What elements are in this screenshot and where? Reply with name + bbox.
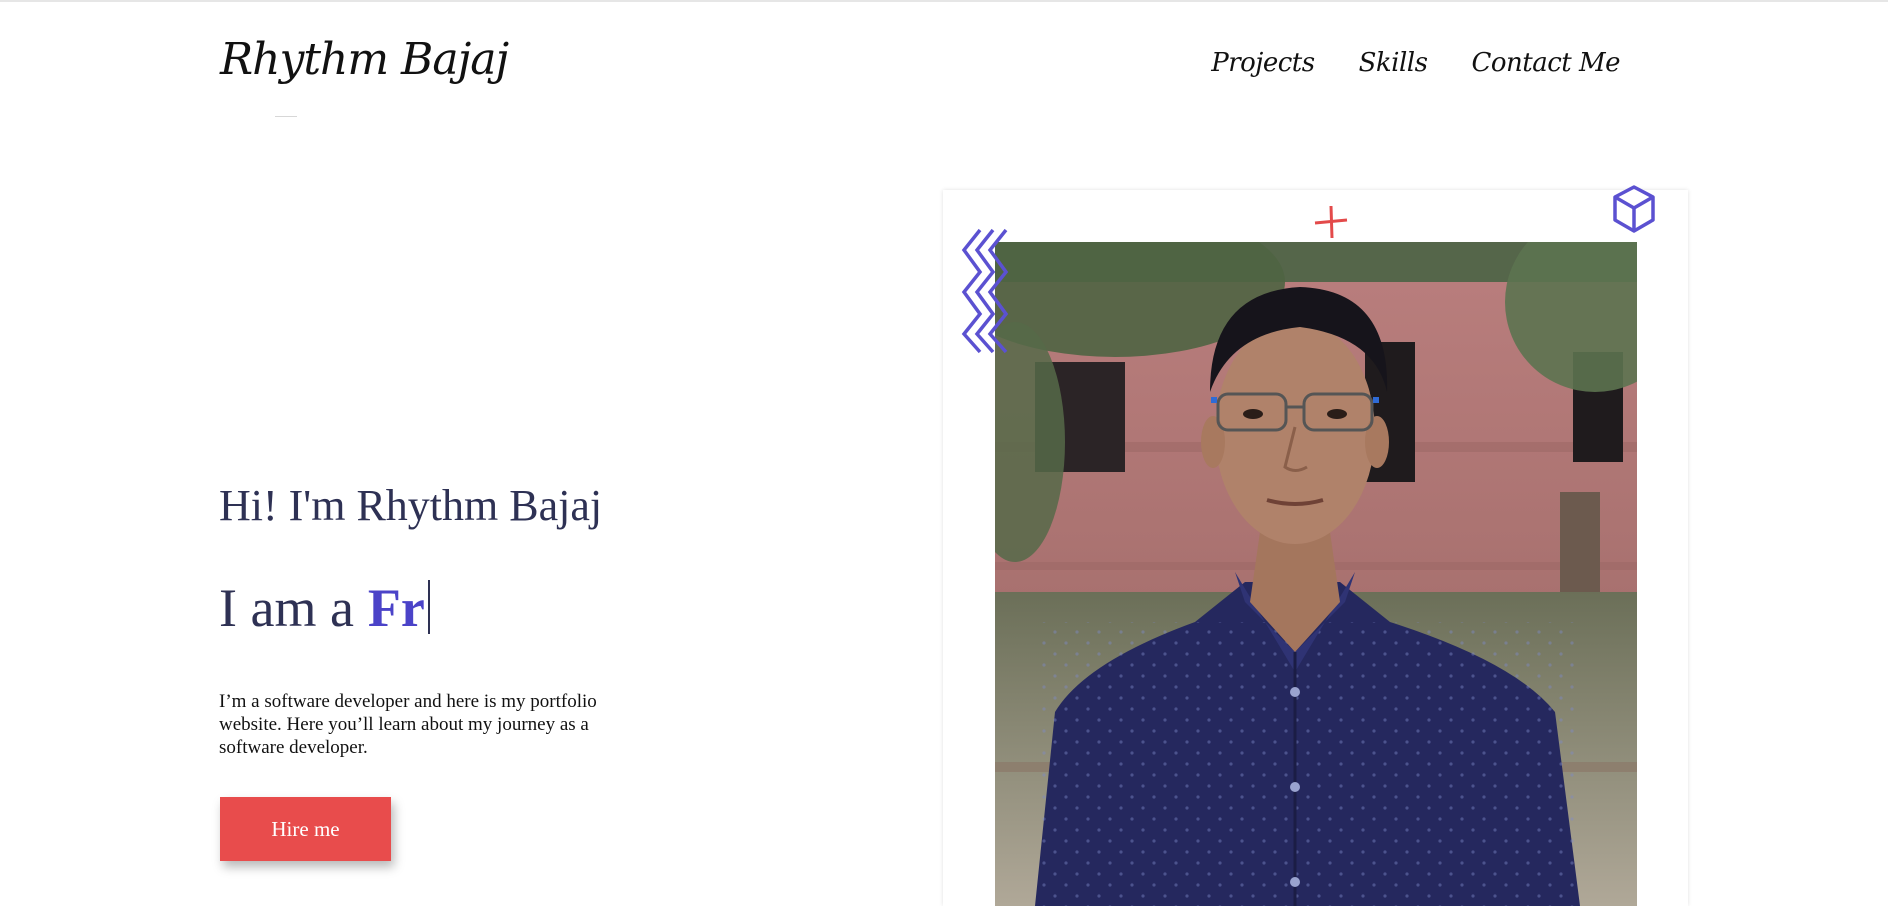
hero-description: I’m a software developer and here is my … — [219, 691, 597, 758]
nav-projects[interactable]: Projects — [1211, 50, 1315, 76]
cube-icon — [1613, 185, 1655, 233]
portrait-photo — [995, 242, 1637, 906]
hero-greeting: Hi! I'm Rhythm Bajaj — [219, 481, 603, 530]
logo-underline — [275, 116, 297, 117]
hero-role: I am a Fr — [219, 572, 430, 635]
plus-icon — [1314, 205, 1348, 239]
nav-skills[interactable]: Skills — [1359, 50, 1428, 76]
hire-me-button[interactable]: Hire me — [220, 797, 391, 861]
zigzag-icon — [961, 228, 1009, 354]
role-prefix: I am a — [219, 578, 354, 638]
main-nav: Projects Skills Contact Me — [1211, 50, 1620, 76]
nav-contact-me[interactable]: Contact Me — [1471, 50, 1620, 76]
top-border — [0, 0, 1888, 2]
site-logo[interactable]: Rhythm Bajaj — [220, 38, 509, 82]
role-typed-text: Fr — [367, 578, 425, 638]
typing-cursor — [427, 580, 430, 634]
